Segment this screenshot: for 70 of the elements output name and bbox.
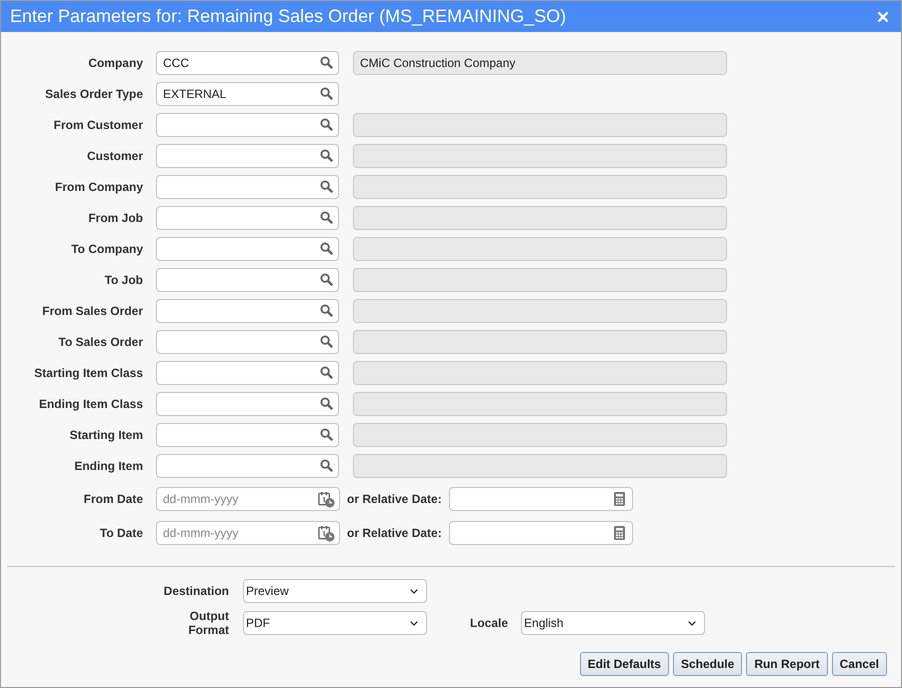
field-label: Starting Item Class: [33, 366, 143, 380]
search-icon[interactable]: [320, 149, 333, 162]
action-button[interactable]: Cancel: [832, 652, 887, 676]
search-icon[interactable]: [320, 459, 333, 472]
lookup-field[interactable]: [156, 392, 339, 416]
date-field[interactable]: dd-mmm-yyyy: [156, 487, 340, 511]
lookup-field[interactable]: [156, 361, 339, 385]
caret-icon: [410, 588, 418, 594]
field-label: To Company: [70, 242, 143, 256]
close-icon[interactable]: [878, 12, 888, 22]
lookup-field[interactable]: [156, 423, 339, 447]
field-label: Customer: [86, 149, 143, 163]
field-label: From Customer: [52, 118, 143, 132]
lookup-field[interactable]: [156, 237, 339, 261]
field-label: From Date: [82, 492, 143, 506]
lookup-field[interactable]: EXTERNAL: [156, 82, 339, 106]
action-button[interactable]: Schedule: [672, 652, 742, 676]
search-icon[interactable]: [320, 56, 333, 69]
field-label: or Relative Date:: [347, 526, 442, 540]
caret-icon: [410, 620, 418, 626]
lookup-field[interactable]: CCC: [156, 51, 339, 75]
field-label: To Job: [104, 273, 143, 287]
calculator-icon[interactable]: [614, 492, 625, 506]
window-title: Enter Parameters for: Remaining Sales Order (MS_REMAINING_SO): [10, 6, 566, 27]
field-label: From Job: [87, 211, 143, 225]
search-icon[interactable]: [320, 180, 333, 193]
lookup-field[interactable]: [156, 175, 339, 199]
caret-icon: [688, 620, 696, 626]
field-label: Ending Item: [73, 459, 143, 473]
field-label: Destination: [162, 584, 229, 598]
field-label: Ending Item Class: [38, 397, 143, 411]
field-label: To Sales Order: [58, 335, 143, 349]
field-label: Output Format: [187, 609, 229, 637]
lookup-field[interactable]: [156, 454, 339, 478]
search-icon[interactable]: [320, 428, 333, 441]
calendar-icon[interactable]: [318, 525, 335, 542]
field-label: From Company: [54, 180, 143, 194]
lookup-field[interactable]: [156, 144, 339, 168]
action-button[interactable]: Edit Defaults: [580, 652, 669, 676]
destination-select[interactable]: Preview: [243, 579, 427, 603]
output-format-select[interactable]: PDF: [243, 611, 427, 635]
calendar-icon[interactable]: [318, 491, 335, 508]
field-label: Starting Item: [68, 428, 143, 442]
search-icon[interactable]: [320, 335, 333, 348]
lookup-field[interactable]: [156, 113, 339, 137]
search-icon[interactable]: [320, 211, 333, 224]
lookup-field[interactable]: [156, 206, 339, 230]
field-label: or Relative Date:: [347, 492, 442, 506]
description-field: CMiC Construction Company: [353, 51, 727, 75]
field-label: To Date: [98, 526, 143, 540]
search-icon[interactable]: [320, 397, 333, 410]
search-icon[interactable]: [320, 118, 333, 131]
search-icon[interactable]: [320, 366, 333, 379]
lookup-field[interactable]: [156, 268, 339, 292]
relative-date-field[interactable]: [448, 487, 633, 511]
search-icon[interactable]: [320, 273, 333, 286]
search-icon[interactable]: [320, 242, 333, 255]
action-button[interactable]: Run Report: [746, 652, 828, 676]
relative-date-field[interactable]: [448, 521, 633, 545]
field-label: Sales Order Type: [44, 87, 143, 101]
search-icon[interactable]: [320, 87, 333, 100]
search-icon[interactable]: [320, 304, 333, 317]
calculator-icon[interactable]: [614, 526, 625, 540]
field-label: Company: [87, 56, 143, 70]
locale-select[interactable]: English: [521, 611, 706, 635]
date-field[interactable]: dd-mmm-yyyy: [156, 521, 340, 545]
lookup-field[interactable]: [156, 330, 339, 354]
field-label: Locale: [470, 616, 508, 630]
lookup-field[interactable]: [156, 299, 339, 323]
field-label: From Sales Order: [41, 304, 143, 318]
